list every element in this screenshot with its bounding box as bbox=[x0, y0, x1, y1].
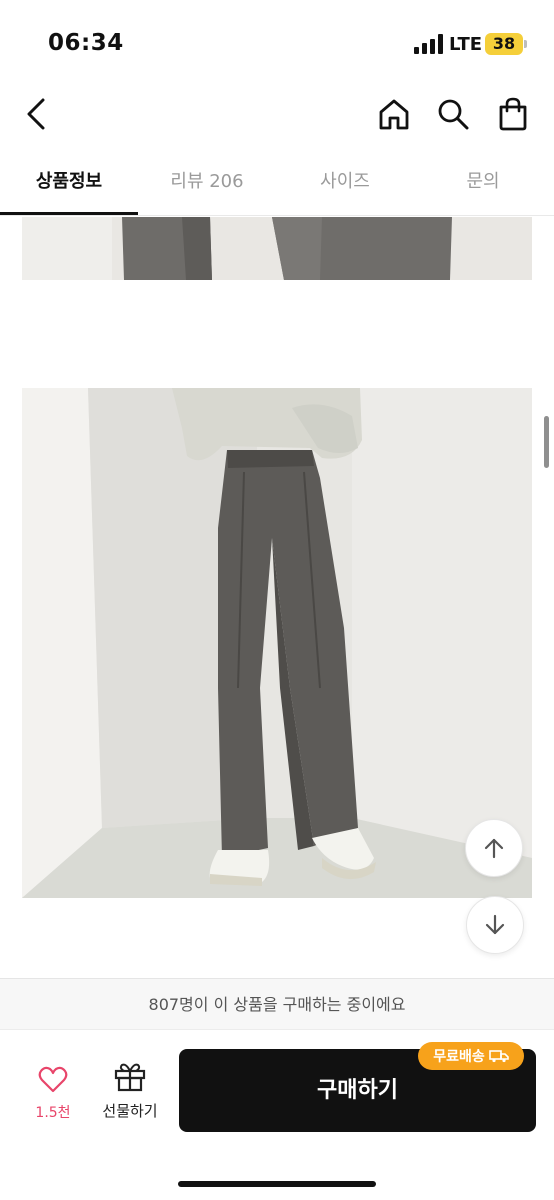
gift-label: 선물하기 bbox=[102, 1102, 158, 1120]
truck-icon bbox=[488, 1050, 509, 1063]
search-button[interactable] bbox=[432, 92, 474, 136]
top-navigation bbox=[0, 84, 554, 144]
product-image-partial bbox=[22, 217, 532, 280]
home-indicator bbox=[178, 1181, 376, 1187]
model-wearing-trousers-photo bbox=[22, 388, 532, 898]
product-image-main bbox=[22, 388, 532, 898]
heart-icon bbox=[38, 1066, 68, 1093]
status-bar: 06:34 LTE 38 bbox=[0, 0, 554, 84]
tab-size[interactable]: 사이즈 bbox=[276, 158, 414, 216]
free-shipping-badge: 무료배송 bbox=[418, 1042, 524, 1070]
scroll-up-button[interactable] bbox=[465, 819, 523, 877]
free-shipping-label: 무료배송 bbox=[433, 1049, 485, 1065]
tab-reviews[interactable]: 리뷰 206 bbox=[138, 158, 276, 216]
home-icon bbox=[379, 99, 409, 130]
like-count: 1.5천 bbox=[35, 1105, 71, 1121]
gift-icon bbox=[114, 1063, 146, 1092]
like-button[interactable]: 1.5천 bbox=[24, 1066, 82, 1126]
search-icon bbox=[438, 99, 469, 130]
status-time: 06:34 bbox=[48, 30, 124, 56]
tab-inquiry[interactable]: 문의 bbox=[414, 158, 552, 216]
scrollbar-thumb[interactable] bbox=[544, 416, 549, 468]
battery-level: 38 bbox=[485, 33, 523, 55]
back-button[interactable] bbox=[18, 92, 54, 136]
buyers-count-notice: 807명이 이 상품을 구매하는 중이에요 bbox=[0, 978, 554, 1030]
arrow-up-icon bbox=[484, 838, 504, 859]
cart-button[interactable] bbox=[492, 92, 534, 136]
signal-icon bbox=[414, 34, 443, 54]
battery-icon bbox=[524, 40, 527, 48]
gift-button[interactable]: 선물하기 bbox=[98, 1062, 162, 1126]
tab-product-info[interactable]: 상품정보 bbox=[0, 158, 138, 216]
network-type: LTE bbox=[449, 34, 483, 55]
active-tab-indicator bbox=[0, 212, 138, 215]
purchase-bar: 1.5천 선물하기 구매하기 무료배송 bbox=[0, 1031, 554, 1200]
chevron-left-icon bbox=[27, 98, 45, 130]
arrow-down-icon bbox=[485, 914, 505, 935]
scroll-down-button[interactable] bbox=[466, 896, 524, 954]
product-tabs: 상품정보 리뷰 206 사이즈 문의 bbox=[0, 158, 554, 216]
home-button[interactable] bbox=[374, 92, 414, 136]
shopping-bag-icon bbox=[499, 97, 527, 131]
trousers-hem-illustration bbox=[22, 217, 532, 280]
